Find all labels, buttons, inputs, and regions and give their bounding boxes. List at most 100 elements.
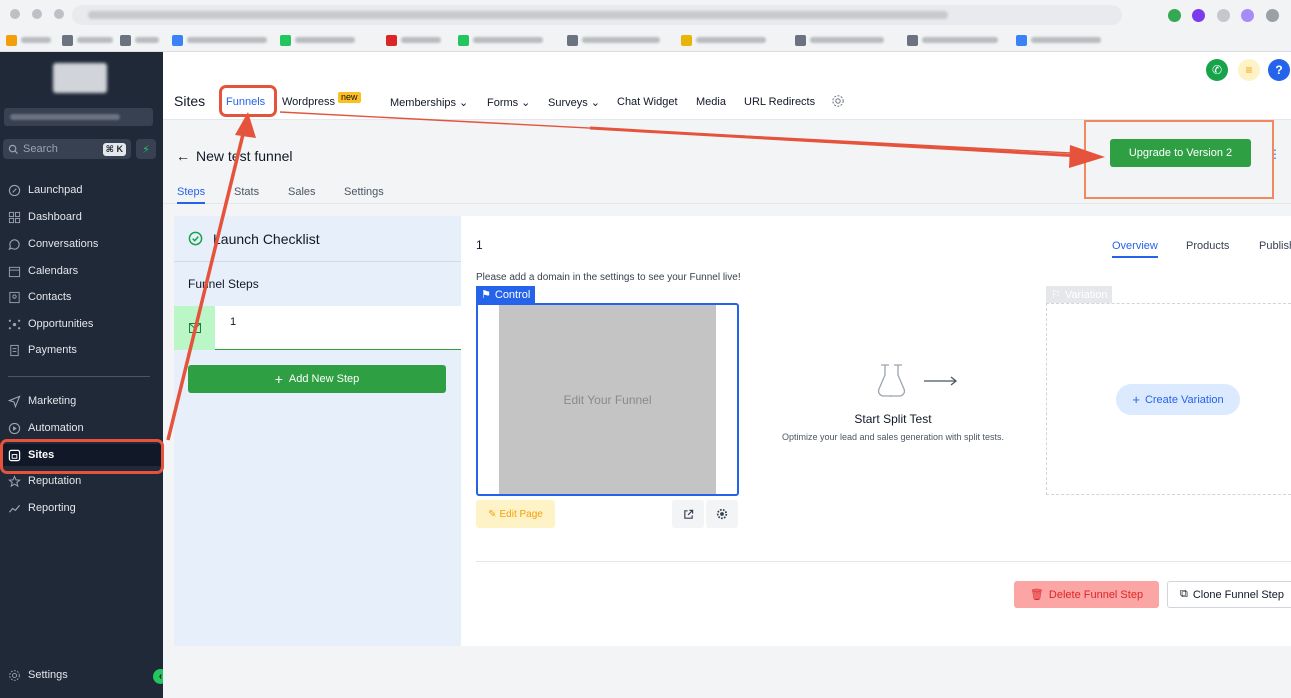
tab-sales[interactable]: Sales <box>288 186 316 198</box>
notifications-button[interactable]: ≡ <box>1238 59 1260 81</box>
chevron-down-icon: ⌄ <box>459 97 469 109</box>
top-bar: ✆ ≡ ? Sites Funnels Wordpress new Member… <box>163 52 1291 120</box>
tab-media[interactable]: Media <box>696 96 726 108</box>
launch-checklist[interactable]: Launch Checklist <box>174 216 461 262</box>
clone-label: Clone Funnel Step <box>1192 588 1284 601</box>
sidebar-item-automation[interactable]: Automation <box>0 417 163 439</box>
check-circle-icon <box>188 231 203 246</box>
sidebar-item-label: Conversations <box>28 238 99 250</box>
tab-label: Memberships <box>390 96 457 109</box>
sidebar-item-label: Reputation <box>28 475 82 487</box>
rocket-icon <box>8 184 21 196</box>
split-test-panel: Start Split Test Optimize your lead and … <box>775 361 1011 442</box>
sidebar-item-settings[interactable]: Settings <box>0 664 163 686</box>
delete-funnel-step-button[interactable]: 🗑 Delete Funnel Step <box>1014 581 1159 608</box>
tab-url-redirects[interactable]: URL Redirects <box>744 96 815 108</box>
annotation-highlight-sites <box>0 439 164 474</box>
copy-icon: ⧉ <box>1180 588 1188 600</box>
tab-overview[interactable]: Overview <box>1112 240 1158 258</box>
tab-wordpress[interactable]: Wordpress <box>282 96 335 108</box>
forward-icon[interactable] <box>32 9 42 19</box>
search-input[interactable]: Search ⌘ K <box>3 139 131 159</box>
create-variation-label: Create Variation <box>1144 393 1224 406</box>
clone-funnel-step-button[interactable]: ⧉ Clone Funnel Step <box>1167 581 1291 608</box>
create-variation-button[interactable]: + Create Variation <box>1116 384 1240 415</box>
edit-page-button[interactable]: ✎ Edit Page <box>476 500 555 528</box>
phone-icon: ✆ <box>1211 63 1223 77</box>
page-settings-button[interactable] <box>706 500 738 528</box>
tab-surveys[interactable]: Surveys ⌄ <box>548 96 600 110</box>
gear-icon <box>9 669 20 681</box>
grid-icon <box>8 211 21 223</box>
tab-memberships[interactable]: Memberships ⌄ <box>390 96 469 110</box>
sidebar-item-launchpad[interactable]: Launchpad <box>0 179 163 201</box>
tab-steps[interactable]: Steps <box>177 186 206 204</box>
trend-icon <box>8 504 21 513</box>
sidebar-item-label: Contacts <box>28 291 72 303</box>
network-icon <box>8 319 21 329</box>
sidebar: Search ⌘ K ⚡ Launchpad Dashboard Convers… <box>0 52 168 698</box>
footer-area <box>163 646 1291 698</box>
extension-icon[interactable] <box>1217 9 1230 22</box>
sidebar-item-calendars[interactable]: Calendars <box>0 260 163 282</box>
steps-panel: Launch Checklist Funnel Steps 1 + Add Ne… <box>174 216 461 646</box>
tab-stats[interactable]: Stats <box>234 186 259 198</box>
profile-icon[interactable] <box>1266 9 1279 22</box>
variation-label-text: Variation <box>1064 288 1108 301</box>
account-switcher[interactable] <box>4 108 153 126</box>
sidebar-item-marketing[interactable]: Marketing <box>0 390 163 412</box>
extension-icon[interactable] <box>1192 9 1205 22</box>
sidebar-divider <box>8 376 150 377</box>
sidebar-item-label: Payments <box>28 344 77 356</box>
sidebar-item-label: Reporting <box>28 502 76 514</box>
url-text-blurred <box>88 11 948 19</box>
tab-settings[interactable]: Settings <box>344 186 384 198</box>
sidebar-item-contacts[interactable]: Contacts <box>0 286 163 308</box>
annotation-highlight-upgrade <box>1084 120 1274 199</box>
extension-icon[interactable] <box>1168 9 1181 22</box>
tab-chat-widget[interactable]: Chat Widget <box>617 96 678 108</box>
tab-forms[interactable]: Forms ⌄ <box>487 96 530 110</box>
flask-icon <box>877 364 958 397</box>
trash-icon: 🗑 <box>1029 589 1044 601</box>
list-item[interactable]: 1 <box>174 306 461 350</box>
annotation-highlight-funnels <box>219 85 277 117</box>
sidebar-item-label: Settings <box>28 669 68 681</box>
chevron-left-icon: ‹ <box>158 671 163 682</box>
browser-chrome <box>0 0 1291 52</box>
chevron-down-icon: ⌄ <box>590 97 600 109</box>
divider <box>476 561 1291 562</box>
sidebar-item-dashboard[interactable]: Dashboard <box>0 206 163 228</box>
tab-products[interactable]: Products <box>1186 240 1229 252</box>
sidebar-item-conversations[interactable]: Conversations <box>0 233 163 255</box>
help-button[interactable]: ? <box>1268 59 1290 81</box>
sidebar-item-reporting[interactable]: Reporting <box>0 497 163 519</box>
sidebar-item-label: Opportunities <box>28 318 94 330</box>
sidebar-item-label: Marketing <box>28 395 77 407</box>
sidebar-item-label: Dashboard <box>28 211 82 223</box>
extension-icon[interactable] <box>1241 9 1254 22</box>
tab-publish[interactable]: Publish <box>1259 240 1291 252</box>
back-icon[interactable] <box>10 9 20 19</box>
edit-your-funnel-preview[interactable]: Edit Your Funnel <box>499 305 716 494</box>
sidebar-item-opportunities[interactable]: Opportunities <box>0 313 163 335</box>
sidebar-item-payments[interactable]: Payments <box>0 339 163 361</box>
add-new-step-button[interactable]: + Add New Step <box>188 365 446 393</box>
launch-checklist-label: Launch Checklist <box>213 230 320 247</box>
bookmarks-bar <box>0 30 1291 50</box>
domain-warning: Please add a domain in the settings to s… <box>476 272 741 283</box>
settings-gear-button[interactable] <box>831 94 845 108</box>
chat-icon <box>8 238 20 250</box>
receipt-icon <box>10 344 19 356</box>
step-name: 1 <box>230 316 237 328</box>
phone-button[interactable]: ✆ <box>1206 59 1228 81</box>
plus-icon: + <box>274 371 283 387</box>
open-external-button[interactable] <box>672 500 704 528</box>
sidebar-item-label: Automation <box>28 422 84 434</box>
reload-icon[interactable] <box>54 9 64 19</box>
gear-icon <box>716 508 728 520</box>
control-page-preview[interactable]: Edit Your Funnel <box>476 303 739 496</box>
quick-action-button[interactable]: ⚡ <box>136 139 156 159</box>
agency-logo <box>53 63 107 93</box>
back-arrow-icon[interactable]: ← <box>176 148 190 164</box>
